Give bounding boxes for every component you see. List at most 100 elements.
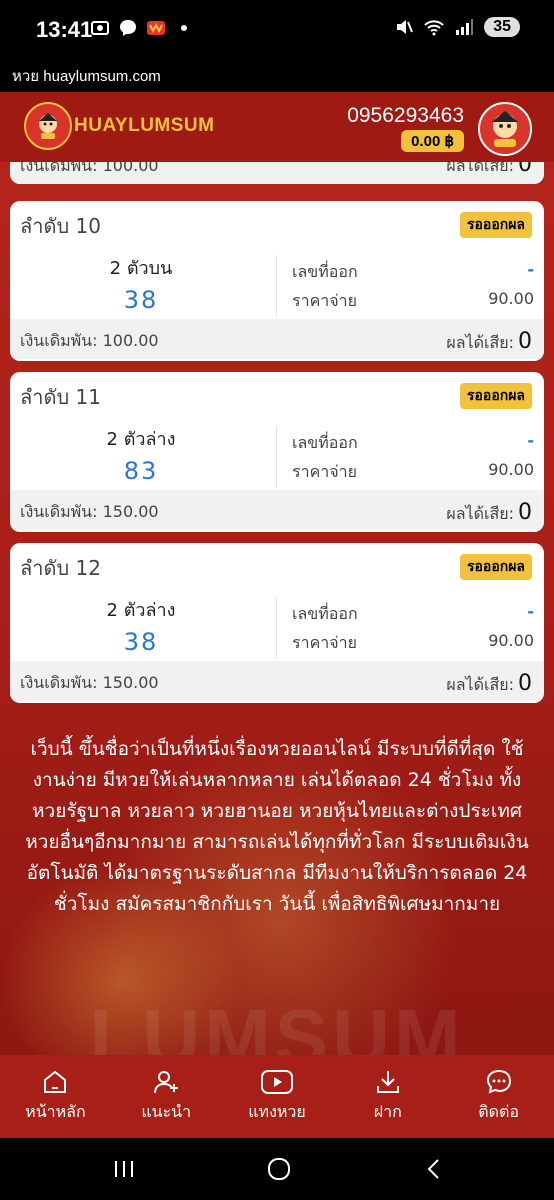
payout-label: ราคาจ่าย: [292, 291, 357, 310]
nav-contact-label: ติดต่อ: [478, 1102, 519, 1121]
logo[interactable]: HUAYLUMSUM: [24, 102, 214, 150]
nav-home-label: หน้าหลัก: [25, 1102, 86, 1121]
payout-value: 90.00: [488, 460, 534, 479]
draw-value: -: [527, 431, 534, 450]
signal-icon: [456, 19, 474, 35]
nav-recommend[interactable]: แนะนำ: [111, 1055, 222, 1138]
screenshot-icon: [91, 21, 109, 35]
status-badge: รอออกผล: [459, 554, 532, 580]
logo-text: HUAYLUMSUM: [74, 115, 215, 136]
add-user-icon: [154, 1071, 179, 1094]
nav-recommend-label: แนะนำ: [141, 1102, 192, 1121]
avatar[interactable]: [478, 102, 532, 156]
divider: [276, 426, 277, 488]
status-time: 13:41: [36, 17, 93, 42]
recent-apps-button[interactable]: [104, 1154, 144, 1184]
result-label: ผลได้เสีย: 0: [446, 671, 532, 696]
nav-home[interactable]: หน้าหลัก: [0, 1055, 111, 1138]
nav-bet[interactable]: แทงหวย: [222, 1055, 333, 1138]
result-value: 0: [518, 329, 532, 354]
draw-value: -: [527, 602, 534, 621]
home-circle-icon: [268, 1158, 290, 1180]
recent-apps-icon: [115, 1161, 133, 1177]
background-watermark: LUMSUM: [89, 993, 465, 1055]
divider: [276, 255, 277, 317]
nav-deposit-label: ฝาก: [373, 1102, 402, 1121]
draw-label: เลขที่ออก: [292, 604, 358, 623]
bet-type: 2 ตัวบน: [109, 258, 173, 279]
bottom-nav: หน้าหลัก แนะนำ แทงหวย ฝาก ติดต่อ: [0, 1055, 554, 1138]
app-header: HUAYLUMSUM 0956293463 0.00 ฿: [0, 92, 554, 162]
home-button[interactable]: [259, 1154, 299, 1184]
stake-text: เงินเดิมพัน: 100.00: [20, 162, 159, 175]
status-badge: รอออกผล: [459, 212, 532, 238]
bet-number: 38: [123, 286, 159, 314]
url-text: หวย huaylumsum.com: [12, 68, 161, 85]
battery-icon: 35: [484, 17, 520, 37]
payout-label: ราคาจ่าย: [292, 633, 357, 652]
payout-label: ราคาจ่าย: [292, 462, 357, 481]
stake-text: เงินเดิมพัน: 150.00: [20, 673, 159, 692]
result-value: 0: [518, 500, 532, 525]
result-label: ผลได้เสีย: 0: [446, 329, 532, 354]
stake-text: เงินเดิมพัน: 150.00: [20, 502, 159, 521]
main-content[interactable]: LUMSUM เงินเดิมพัน: 100.00 ผลได้เสีย: 0 ล…: [0, 162, 554, 1055]
draw-row: เลขที่ออก -: [292, 602, 534, 627]
draw-row: เลขที่ออก -: [292, 431, 534, 456]
bet-type: 2 ตัวล่าง: [106, 429, 176, 450]
nav-bet-label: แทงหวย: [248, 1102, 306, 1121]
bet-footer: เงินเดิมพัน: 100.00 ผลได้เสีย: 0: [10, 319, 544, 359]
home-icon: [44, 1070, 67, 1093]
bet-card[interactable]: ลำดับ 10 รอออกผล 2 ตัวบน 38 เลขที่ออก - ร…: [10, 201, 544, 361]
bet-info: 2 ตัวล่าง 38: [10, 595, 272, 656]
play-icon: [260, 1070, 293, 1094]
back-button[interactable]: [414, 1154, 454, 1184]
system-nav: [0, 1138, 554, 1200]
result-value: 0: [518, 162, 532, 177]
bet-type: 2 ตัวล่าง: [106, 600, 176, 621]
balance-badge: 0.00 ฿: [401, 130, 464, 152]
draw-value: -: [527, 260, 534, 279]
wifi-icon: [424, 20, 444, 36]
user-phone: 0956293463: [347, 104, 464, 127]
nav-deposit[interactable]: ฝาก: [332, 1055, 443, 1138]
payout-value: 90.00: [488, 631, 534, 650]
draw-label: เลขที่ออก: [292, 262, 358, 281]
result-label: ผลได้เสีย: 0: [446, 500, 532, 525]
bet-footer: เงินเดิมพัน: 100.00 ผลได้เสีย: 0: [10, 162, 544, 184]
bet-card[interactable]: ลำดับ 11 รอออกผล 2 ตัวล่าง 83 เลขที่ออก -…: [10, 372, 544, 532]
payout-row: ราคาจ่าย 90.00: [292, 289, 534, 314]
bet-footer: เงินเดิมพัน: 150.00 ผลได้เสีย: 0: [10, 490, 544, 530]
bet-info: 2 ตัวล่าง 83: [10, 424, 272, 485]
nav-contact[interactable]: ติดต่อ: [443, 1055, 554, 1138]
bet-order-title: ลำดับ 10: [20, 214, 101, 238]
bet-number: 38: [123, 628, 159, 656]
payout-row: ราคาจ่าย 90.00: [292, 631, 534, 656]
url-bar[interactable]: หวย huaylumsum.com: [0, 58, 554, 92]
mute-icon: [397, 20, 414, 34]
result-label: ผลได้เสีย: 0: [446, 162, 532, 179]
bet-footer: เงินเดิมพัน: 150.00 ผลได้เสีย: 0: [10, 661, 544, 701]
bet-card-partial: เงินเดิมพัน: 100.00 ผลได้เสีย: 0: [10, 162, 544, 184]
status-bar: 13:41 35: [0, 0, 554, 58]
result-value: 0: [518, 671, 532, 696]
stake-text: เงินเดิมพัน: 100.00: [20, 331, 159, 350]
draw-row: เลขที่ออก -: [292, 260, 534, 285]
back-icon: [427, 1159, 439, 1179]
download-icon: [376, 1071, 399, 1093]
payout-row: ราคาจ่าย 90.00: [292, 460, 534, 485]
site-description: เว็บนี้ ขึ้นชื่อว่าเป็นที่หนึ่งเรื่องหวย…: [25, 738, 529, 915]
bet-number: 83: [123, 457, 159, 485]
bet-order-title: ลำดับ 11: [20, 385, 101, 409]
bet-info: 2 ตัวบน 38: [10, 253, 272, 314]
dot-icon: [181, 25, 187, 31]
chat-icon: [486, 1069, 511, 1094]
divider: [276, 597, 277, 659]
bet-order-title: ลำดับ 12: [20, 556, 101, 580]
app-icon: [147, 21, 165, 35]
draw-label: เลขที่ออก: [292, 433, 358, 452]
bet-card[interactable]: ลำดับ 12 รอออกผล 2 ตัวล่าง 38 เลขที่ออก -…: [10, 543, 544, 703]
payout-value: 90.00: [488, 289, 534, 308]
status-badge: รอออกผล: [459, 383, 532, 409]
messenger-icon: [120, 20, 136, 36]
